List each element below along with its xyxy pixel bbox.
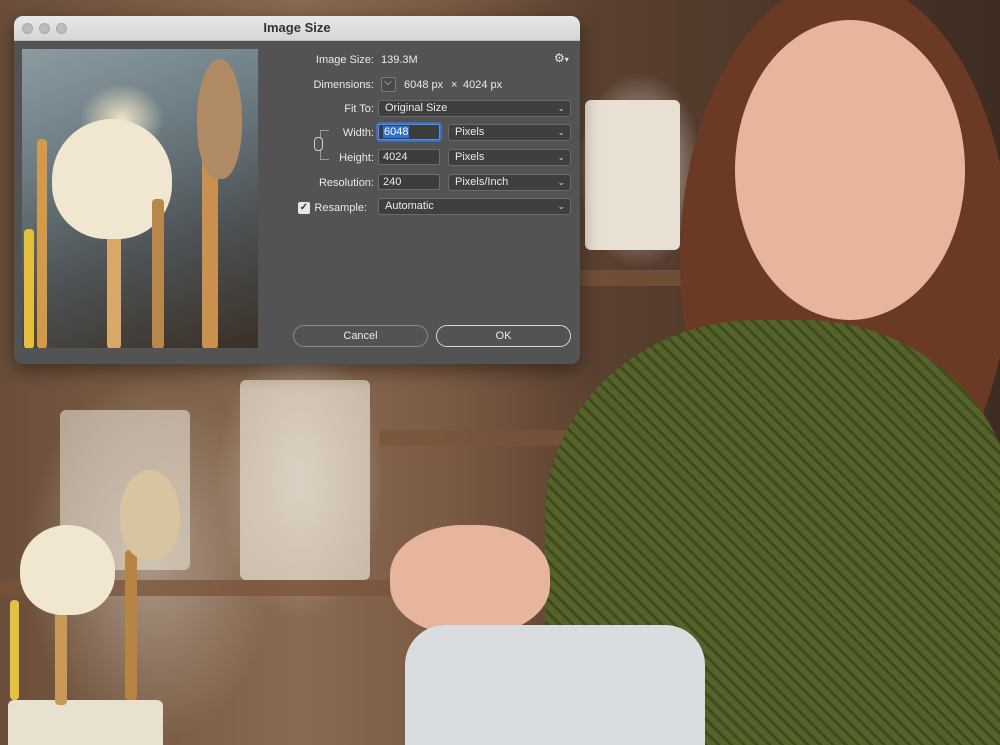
brush-bristles bbox=[197, 59, 242, 179]
image-size-label: Image Size: bbox=[315, 54, 374, 66]
mug bbox=[405, 625, 705, 745]
brush-bristles bbox=[120, 470, 180, 560]
chevron-down-icon: ⌄ bbox=[557, 127, 565, 137]
width-label: Width: bbox=[342, 127, 374, 139]
brush bbox=[24, 229, 34, 348]
dimensions-width-value: 6048 px bbox=[404, 79, 444, 91]
fit-to-select[interactable]: Original Size ⌄ bbox=[378, 100, 571, 117]
chevron-down-icon: ⌄ bbox=[557, 103, 565, 113]
chevron-down-icon: ⌄ bbox=[557, 177, 565, 187]
brush bbox=[152, 199, 164, 348]
resolution-unit: Pixels/Inch bbox=[455, 176, 509, 188]
height-unit: Pixels bbox=[455, 151, 485, 163]
brush-bristles bbox=[20, 525, 115, 615]
brush-jar bbox=[8, 700, 163, 745]
brush bbox=[202, 159, 218, 348]
resample-label: Resample: bbox=[314, 202, 367, 214]
cancel-button[interactable]: Cancel bbox=[293, 325, 428, 347]
brush bbox=[125, 550, 137, 700]
height-value: 4024 bbox=[383, 151, 408, 163]
fit-to-label: Fit To: bbox=[344, 103, 374, 115]
chain-link-icon[interactable] bbox=[314, 137, 323, 151]
dimensions-height-value: 4024 px bbox=[463, 79, 503, 91]
hand bbox=[390, 525, 550, 635]
image-size-value: 139.3M bbox=[381, 54, 418, 66]
resolution-field[interactable]: 240 bbox=[378, 174, 440, 190]
width-field[interactable]: 6048 bbox=[378, 124, 440, 140]
dimensions-menu-button[interactable]: ⌵ bbox=[381, 77, 396, 92]
ceramic-bucket bbox=[240, 380, 370, 580]
title-bar: Image Size bbox=[14, 16, 580, 41]
image-size-dialog: Image Size Image Size: 139.3M ⚙▾ Dimensi… bbox=[14, 16, 580, 364]
brush bbox=[37, 139, 47, 348]
chevron-down-icon: ⌄ bbox=[557, 152, 565, 162]
fit-to-selected: Original Size bbox=[385, 102, 448, 114]
ceramic-pot bbox=[585, 100, 680, 250]
resample-selected: Automatic bbox=[385, 200, 434, 212]
face bbox=[735, 20, 965, 320]
resample-select[interactable]: Automatic ⌄ bbox=[378, 198, 571, 215]
brush bbox=[10, 600, 19, 700]
resolution-unit-select[interactable]: Pixels/Inch ⌄ bbox=[448, 174, 571, 191]
chevron-down-icon: ⌄ bbox=[557, 201, 565, 211]
ok-button[interactable]: OK bbox=[436, 325, 571, 347]
width-unit-select[interactable]: Pixels ⌄ bbox=[448, 124, 571, 141]
image-preview[interactable] bbox=[22, 49, 258, 348]
height-label: Height: bbox=[339, 152, 374, 164]
dimensions-times-sign: × bbox=[451, 79, 458, 91]
width-value: 6048 bbox=[383, 126, 410, 138]
gear-icon[interactable]: ⚙▾ bbox=[554, 51, 569, 65]
dimensions-label: Dimensions: bbox=[313, 79, 374, 91]
width-unit: Pixels bbox=[455, 126, 485, 138]
chevron-down-icon: ⌵ bbox=[384, 77, 392, 88]
height-field[interactable]: 4024 bbox=[378, 149, 440, 165]
shelf bbox=[380, 430, 580, 446]
resolution-label: Resolution: bbox=[318, 177, 374, 189]
dialog-title: Image Size bbox=[263, 20, 331, 35]
resolution-value: 240 bbox=[383, 176, 402, 188]
height-unit-select[interactable]: Pixels ⌄ bbox=[448, 149, 571, 166]
